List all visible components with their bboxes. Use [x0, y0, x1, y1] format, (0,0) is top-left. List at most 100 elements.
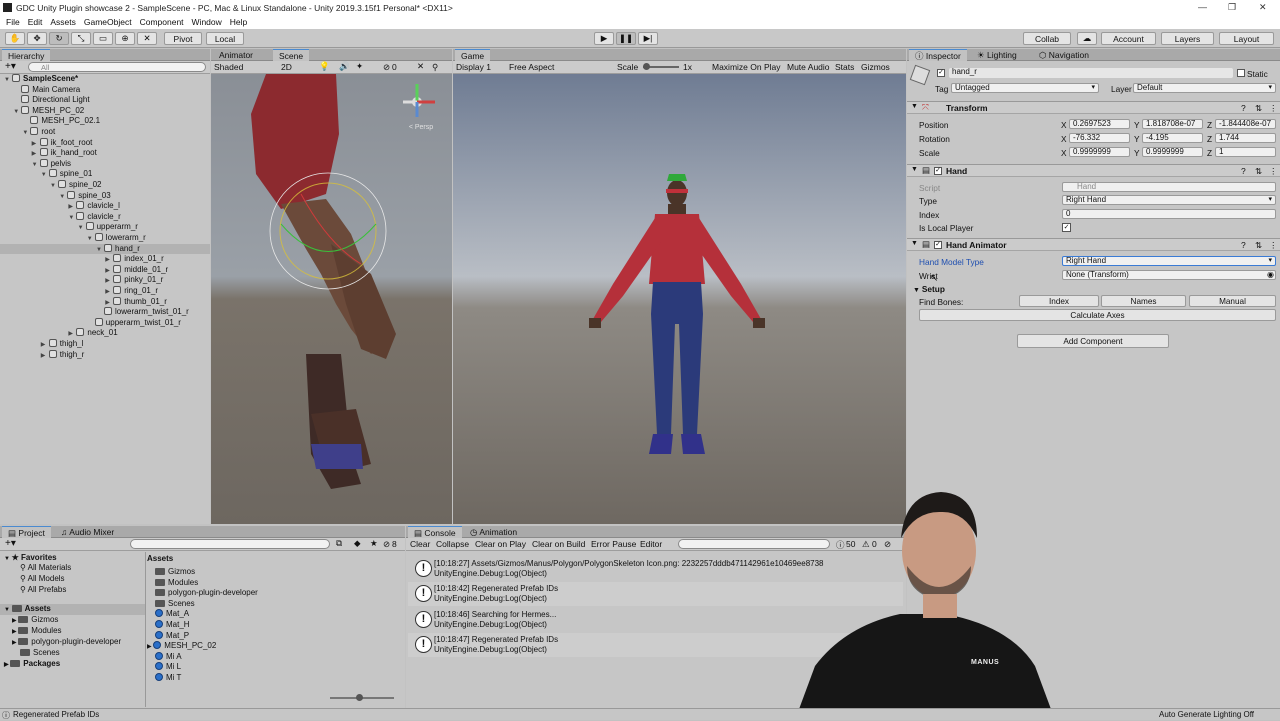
aspect-dropdown[interactable]: Free Aspect	[509, 62, 554, 72]
scene-search-icon[interactable]: ⚲	[432, 62, 438, 73]
help-icon[interactable]: ?	[1241, 103, 1246, 113]
hidden-packages-icon[interactable]: ⊘	[383, 539, 390, 550]
foldout-arrow-icon[interactable]: ▼	[911, 240, 918, 247]
move-tool-icon[interactable]: ✥	[27, 32, 47, 45]
stats-toggle[interactable]: Stats	[835, 62, 854, 72]
is-local-player-checkbox[interactable]: ✓	[1062, 223, 1071, 232]
hierarchy-item[interactable]: ▼ root	[0, 127, 210, 138]
asset-item[interactable]: Mi T	[155, 673, 181, 683]
asset-item[interactable]: Mi A	[155, 651, 182, 662]
hand-header[interactable]: ▼ ▤ ✓ Hand ? ⇅ ⋮	[907, 164, 1280, 177]
wrist-object-field[interactable]: None (Transform)	[1062, 270, 1276, 280]
find-bones-names-button[interactable]: Names	[1101, 295, 1186, 307]
packages-tree-header[interactable]: ▶ Packages	[4, 659, 60, 670]
tab-lighting[interactable]: ☀ Lighting	[971, 49, 1023, 61]
transform-tool-icon[interactable]: ⊕	[115, 32, 135, 45]
menu-component[interactable]: Component	[140, 17, 184, 27]
account-dropdown[interactable]: Account	[1101, 32, 1156, 45]
assets-tree-item[interactable]: Scenes	[20, 648, 60, 658]
hierarchy-item[interactable]: ▼ upperarm_r	[0, 222, 210, 233]
hierarchy-item[interactable]: ▼ MESH_PC_02	[0, 105, 210, 117]
error-pause-toggle[interactable]: Error Pause	[591, 539, 636, 549]
project-splitter[interactable]	[145, 552, 146, 707]
asset-item[interactable]: Mi L	[155, 662, 181, 672]
hierarchy-item[interactable]: ▼ spine_02	[0, 180, 210, 191]
scale-x-field[interactable]: 0.9999999	[1069, 147, 1130, 157]
tab-scene[interactable]: Scene	[273, 49, 310, 61]
local-toggle[interactable]: Local	[206, 32, 244, 45]
tab-console[interactable]: ▤ Console	[408, 526, 462, 538]
collab-dropdown[interactable]: Collab	[1023, 32, 1071, 45]
effects-toggle-icon[interactable]: ✦	[356, 61, 363, 72]
collapse-toggle[interactable]: Collapse	[436, 539, 469, 549]
hierarchy-item[interactable]: upperarm_twist_01_r	[0, 317, 210, 329]
component-menu-icon[interactable]: ⋮	[1269, 240, 1278, 251]
play-button[interactable]: ▶	[594, 32, 614, 45]
cloud-icon[interactable]: ☁	[1077, 32, 1097, 45]
hierarchy-item[interactable]: ▼ hand_r	[0, 243, 210, 255]
hierarchy-item[interactable]: ▼ spine_03	[0, 190, 210, 202]
tab-project[interactable]: ▤ Project	[2, 526, 51, 538]
tab-hierarchy[interactable]: Hierarchy	[2, 49, 51, 61]
hierarchy-item[interactable]: lowerarm_twist_01_r	[0, 307, 210, 318]
hierarchy-item[interactable]: ▼ SampleScene*	[0, 74, 210, 85]
favorite-item[interactable]: ⚲ All Models	[20, 574, 65, 584]
hierarchy-item[interactable]: ▶ thumb_01_r	[0, 296, 210, 308]
step-button[interactable]: ▶|	[638, 32, 658, 45]
type-dropdown[interactable]: Right Hand	[1062, 195, 1276, 205]
minimize-button[interactable]: —	[1198, 2, 1207, 12]
hierarchy-item[interactable]: ▼ clavicle_r	[0, 211, 210, 223]
preset-icon[interactable]: ⇅	[1255, 240, 1262, 251]
position-y-field[interactable]: 1.818708e-07	[1142, 119, 1203, 129]
scale-tool-icon[interactable]: ⤡	[71, 32, 91, 45]
editor-dropdown[interactable]: Editor	[640, 539, 662, 549]
icon-size-slider[interactable]	[330, 694, 394, 701]
tab-audio-mixer[interactable]: ♫ Audio Mixer	[55, 526, 120, 538]
tab-animation[interactable]: ◷ Animation	[464, 526, 523, 538]
create-plus-icon[interactable]: +▾	[5, 61, 16, 72]
asset-item[interactable]: Modules	[155, 578, 198, 588]
hand-model-type-dropdown[interactable]: Right Hand	[1062, 256, 1276, 266]
favorite-item[interactable]: ⚲ All Materials	[20, 563, 71, 573]
tab-inspector[interactable]: ⓘ Inspector	[909, 49, 967, 61]
hierarchy-item[interactable]: ▶ ring_01_r	[0, 286, 210, 297]
hand-tool-icon[interactable]: ✋	[5, 32, 25, 45]
filter-label-icon[interactable]: ◆	[354, 538, 361, 549]
hierarchy-item[interactable]: ▶ middle_01_r	[0, 264, 210, 276]
gizmos-dropdown[interactable]: Gizmos	[861, 62, 890, 72]
rotation-x-field[interactable]: -76.332	[1069, 133, 1130, 143]
hierarchy-item[interactable]: ▶ neck_01	[0, 328, 210, 339]
active-checkbox[interactable]: ✓	[937, 69, 945, 77]
close-button[interactable]: ✕	[1259, 2, 1267, 13]
clear-button[interactable]: Clear	[410, 539, 430, 549]
hidden-count-icon[interactable]: ⊘	[383, 62, 390, 73]
add-component-button[interactable]: Add Component	[1017, 334, 1169, 348]
hierarchy-item[interactable]: Directional Light	[0, 95, 210, 106]
hierarchy-item[interactable]: ▶ thigh_l	[0, 339, 210, 350]
menu-help[interactable]: Help	[230, 17, 247, 27]
asset-item[interactable]: polygon-plugin-developer	[155, 588, 258, 598]
hierarchy-item[interactable]: ▶ clavicle_l	[0, 201, 210, 212]
hierarchy-item[interactable]: ▶ pinky_01_r	[0, 275, 210, 286]
foldout-arrow-icon[interactable]: ▼	[911, 103, 918, 110]
scale-z-field[interactable]: 1	[1215, 147, 1276, 157]
favorite-item[interactable]: ⚲ All Prefabs	[20, 585, 66, 595]
position-z-field[interactable]: -1.844408e-07	[1215, 119, 1276, 129]
filter-type-icon[interactable]: ⧉	[336, 538, 342, 549]
transform-header[interactable]: ▼ ⤧ Transform ? ⇅ ⋮	[907, 101, 1280, 114]
position-x-field[interactable]: 0.2697523	[1069, 119, 1130, 129]
hierarchy-item[interactable]: ▶ ik_foot_root	[0, 137, 210, 149]
scale-y-field[interactable]: 0.9999999	[1142, 147, 1203, 157]
project-search-input[interactable]	[130, 539, 330, 549]
hand-animator-enabled-checkbox[interactable]: ✓	[934, 241, 942, 249]
pivot-toggle[interactable]: Pivot	[164, 32, 202, 45]
menu-gameobject[interactable]: GameObject	[84, 17, 132, 27]
hierarchy-item[interactable]: MESH_PC_02.1	[0, 116, 210, 127]
menu-window[interactable]: Window	[192, 17, 222, 27]
menu-assets[interactable]: Assets	[50, 17, 76, 27]
maximize-on-play-toggle[interactable]: Maximize On Play	[712, 62, 781, 72]
preset-icon[interactable]: ⇅	[1255, 103, 1262, 114]
layout-dropdown[interactable]: Layout	[1219, 32, 1274, 45]
maximize-button[interactable]: ❐	[1228, 2, 1236, 13]
favorite-star-icon[interactable]: ★	[370, 538, 378, 549]
